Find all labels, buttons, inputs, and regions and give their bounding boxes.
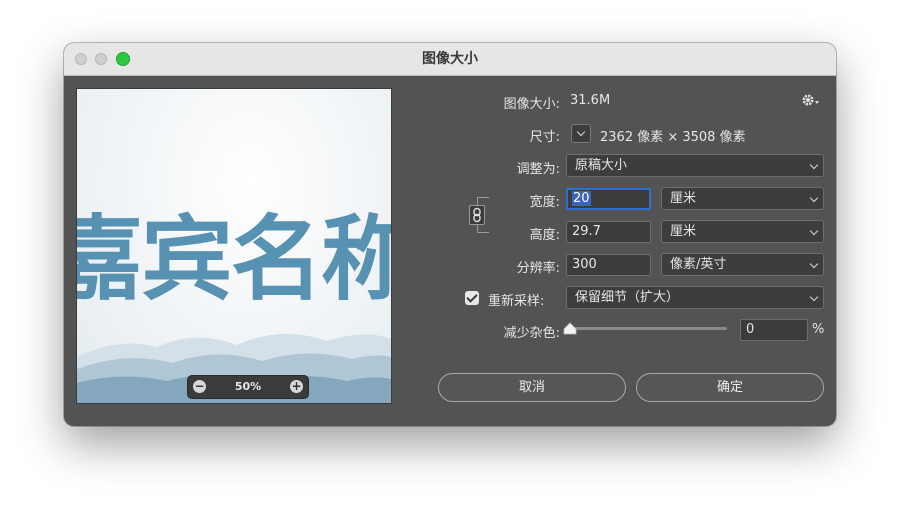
width-label: 宽度: [529,195,560,210]
chevron-down-icon [576,127,586,137]
chevron-down-icon [809,193,819,203]
width-unit-value: 厘米 [670,191,697,206]
dimensions-label: 尺寸: [529,130,560,145]
height-label: 高度: [529,228,560,243]
resolution-unit-value: 像素/英寸 [670,257,727,272]
width-value: 20 [572,191,591,206]
resample-dropdown[interactable]: 保留细节（扩大） [566,286,824,309]
resolution-label: 分辨率: [516,261,560,276]
reduce-noise-slider-thumb[interactable] [562,322,578,336]
dimensions-menu-button[interactable] [571,124,591,143]
resolution-input[interactable]: 300 [566,254,651,276]
dimensions-value: 2362 像素 × 3508 像素 [600,130,746,145]
height-unit-dropdown[interactable]: 厘米 [661,220,824,243]
resolution-unit-dropdown[interactable]: 像素/英寸 [661,253,824,276]
resolution-value: 300 [572,257,597,272]
height-unit-value: 厘米 [670,224,697,239]
reduce-noise-label: 减少杂色: [503,326,560,341]
title-bar: 图像大小 [64,43,836,76]
reduce-noise-slider-track[interactable] [570,327,727,330]
chevron-down-icon [809,292,819,302]
preview-image-text: 嘉宾名称 [77,205,391,313]
fit-to-value: 原稿大小 [575,158,628,173]
gear-icon[interactable] [800,91,820,109]
image-size-value: 31.6M [570,93,611,108]
image-size-label: 图像大小: [503,97,560,112]
resample-label: 重新采样: [488,294,545,309]
zoom-in-icon[interactable]: + [290,380,303,393]
ok-button[interactable]: 确定 [636,373,824,402]
height-value: 29.7 [572,224,601,239]
chevron-down-icon [809,160,819,170]
reduce-noise-input[interactable]: 0 [740,319,808,341]
width-input[interactable]: 20 [566,188,651,210]
preview-zoom-control: − 50% + [187,375,309,399]
chevron-down-icon [809,259,819,269]
image-size-dialog: 图像大小 嘉宾名称 − 50% + 图像大小: 31.6M 尺寸: 2362 像… [64,43,836,426]
resample-checkbox[interactable] [465,291,479,305]
reduce-noise-unit: % [812,322,825,337]
chevron-down-icon [809,226,819,236]
image-preview[interactable]: 嘉宾名称 − 50% + [76,88,392,404]
resample-value: 保留细节（扩大） [575,290,680,305]
window-title: 图像大小 [422,51,478,67]
cancel-button[interactable]: 取消 [438,373,626,402]
fit-to-dropdown[interactable]: 原稿大小 [566,154,824,177]
reduce-noise-value: 0 [746,322,755,337]
width-unit-dropdown[interactable]: 厘米 [661,187,824,210]
fit-to-label: 调整为: [516,162,560,177]
height-input[interactable]: 29.7 [566,221,651,243]
